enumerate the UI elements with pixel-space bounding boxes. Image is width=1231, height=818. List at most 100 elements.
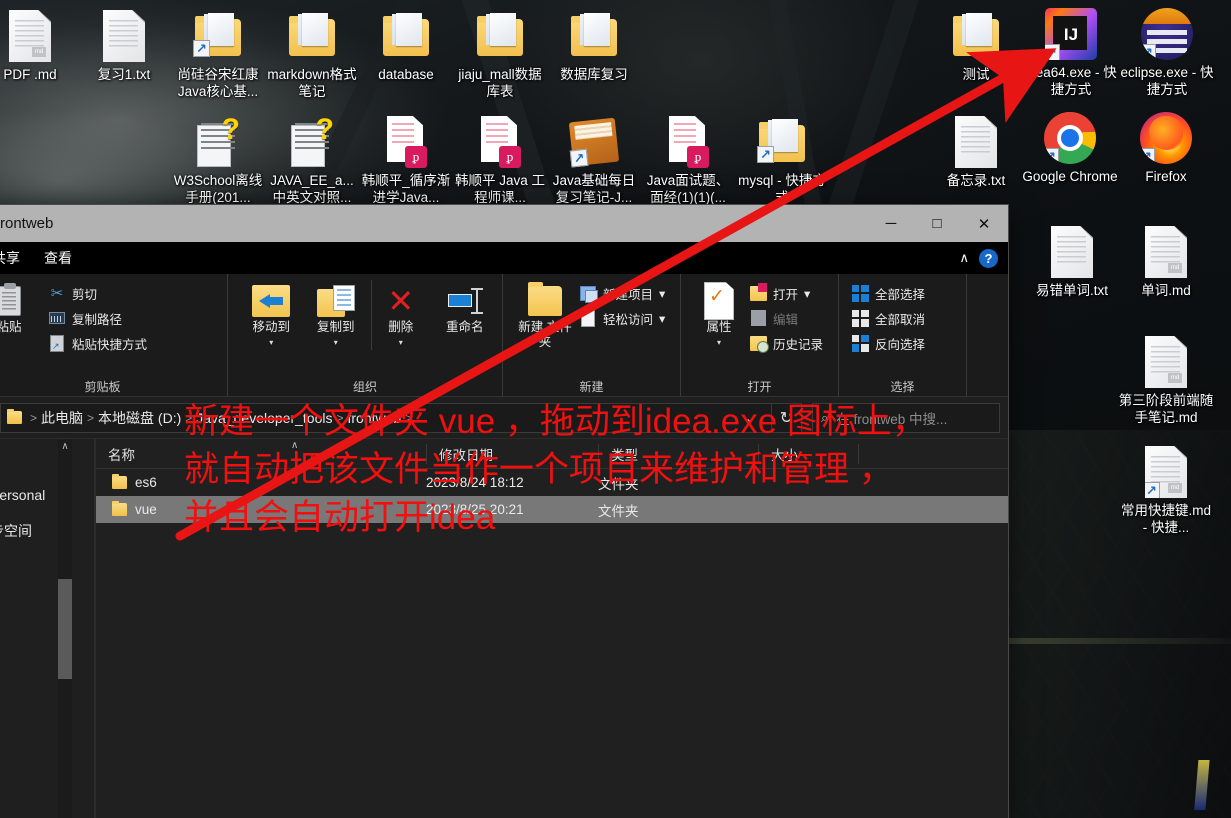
desktop-icon-shangguigu[interactable]: 尚硅谷宋红康Java核心基... bbox=[170, 6, 266, 100]
nav-item-personal[interactable]: Personal bbox=[0, 483, 94, 507]
pdf-file-icon: ᵱ bbox=[452, 112, 548, 172]
desktop-icon-common-shortcuts-md[interactable]: md 常用快捷键.md - 快捷... bbox=[1118, 442, 1214, 536]
desktop-icon-javaee-api[interactable]: ? JAVA_EE_a... 中英文对照... bbox=[264, 112, 360, 206]
shortcut-arrow-icon bbox=[1045, 44, 1060, 60]
desktop-icon-ceshi[interactable]: 测试 bbox=[928, 6, 1024, 83]
desktop-icon-pdf-md[interactable]: md PDF .md bbox=[0, 6, 78, 83]
delete-label: 删除 bbox=[388, 320, 414, 334]
move-to-button[interactable]: 移动到 ▾ bbox=[242, 280, 300, 350]
new-item-button[interactable]: 新建项目 ▾ bbox=[579, 282, 665, 304]
desktop-icon-label: Java面试题、面经(1)(1)(... bbox=[646, 173, 730, 205]
desktop-icon-firefox[interactable]: Firefox bbox=[1118, 108, 1214, 185]
open-icon bbox=[749, 282, 767, 302]
shortcut-arrow-icon bbox=[569, 148, 589, 168]
new-item-caret-icon[interactable]: ▾ bbox=[659, 286, 665, 301]
desktop-icon-third-stage-notes[interactable]: md 第三阶段前端随手笔记.md bbox=[1118, 332, 1214, 426]
close-button[interactable]: ✕ bbox=[960, 205, 1008, 242]
select-all-icon bbox=[851, 284, 869, 302]
breadcrumb-this-pc[interactable]: 此电脑 bbox=[41, 408, 83, 428]
ribbon-group-empty bbox=[967, 274, 1008, 397]
minimize-button[interactable]: ─ bbox=[868, 205, 914, 242]
properties-button[interactable]: 属性 ▾ bbox=[693, 280, 745, 350]
group-label-open: 打开 bbox=[747, 380, 772, 394]
select-all-button[interactable]: 全部选择 bbox=[851, 282, 925, 304]
desktop-icon-w3school[interactable]: ? W3School离线手册(201... bbox=[170, 112, 266, 206]
breadcrumb-frontweb[interactable]: frontweb bbox=[348, 410, 402, 426]
help-icon[interactable]: ? bbox=[979, 248, 998, 268]
delete-button[interactable]: ✕ 删除 ▾ bbox=[370, 280, 430, 350]
paste-button[interactable]: 粘贴 bbox=[0, 280, 38, 335]
edit-button[interactable]: 编辑 bbox=[749, 307, 823, 329]
window-title-bar[interactable]: rontweb ─ □ ✕ bbox=[0, 205, 1008, 242]
column-header-date[interactable]: 修改日期 bbox=[426, 443, 598, 464]
delete-caret-icon[interactable]: ▾ bbox=[372, 335, 430, 350]
folder-icon bbox=[264, 6, 360, 66]
desktop-icon-danci-md[interactable]: md 单词.md bbox=[1118, 222, 1214, 299]
invert-selection-label: 反向选择 bbox=[875, 337, 926, 352]
desktop-icon-fuxi1-txt[interactable]: 复习1.txt bbox=[76, 6, 172, 83]
copy-to-icon bbox=[306, 282, 364, 320]
rename-button[interactable]: 重命名 bbox=[436, 280, 494, 335]
desktop-icon-idea64[interactable]: IJ idea64.exe - 快捷方式 bbox=[1022, 4, 1120, 98]
desktop-icon-beiwanglu-txt[interactable]: 备忘录.txt bbox=[928, 112, 1024, 189]
nav-scrollbar-thumb[interactable] bbox=[58, 579, 72, 679]
open-caret-icon[interactable]: ▾ bbox=[804, 286, 810, 301]
scroll-up-icon[interactable]: ∧ bbox=[58, 441, 72, 452]
column-header-type[interactable]: 类型 bbox=[598, 443, 758, 464]
ribbon-group-new: 新建 文件夹 新建项目 ▾ 轻松访问 ▾ 新建 bbox=[503, 274, 681, 397]
desktop-icon-hanshunping-1[interactable]: ᵱ 韩顺平_循序渐进学Java... bbox=[358, 112, 454, 206]
desktop-icon-markdown-notes[interactable]: markdown格式笔记 bbox=[264, 6, 360, 100]
desktop-icon-label: 复习1.txt bbox=[97, 67, 151, 82]
desktop-icon-java-daily-notes[interactable]: Java基础每日复习笔记-J... bbox=[546, 112, 642, 206]
history-button[interactable]: 历史记录 bbox=[749, 332, 823, 354]
desktop-icon-db-review[interactable]: 数据库复习 bbox=[546, 6, 642, 83]
desktop-icon-hanshunping-2[interactable]: ᵱ 韩顺平 Java 工程师课... bbox=[452, 112, 548, 206]
copy-to-caret-icon[interactable]: ▾ bbox=[306, 335, 364, 350]
desktop-icon-java-interview[interactable]: ᵱ Java面试题、面经(1)(1)(... bbox=[640, 112, 736, 206]
copy-path-button[interactable]: 复制路径 bbox=[48, 307, 147, 329]
nav-item-workspace[interactable]: 步空间 bbox=[0, 517, 94, 545]
breadcrumb-drive-d[interactable]: 本地磁盘 (D:) bbox=[98, 408, 181, 428]
ribbon-group-clipboard: 粘贴 ✂ 剪切 复制路径 粘贴快捷方式 bbox=[0, 274, 228, 397]
table-row[interactable]: es6 2023/8/24 18:12 文件夹 bbox=[96, 469, 1008, 496]
desktop-icon-mysql-shortcut[interactable]: mysql - 快捷方式 bbox=[734, 112, 830, 206]
shortcut-arrow-icon bbox=[193, 40, 210, 57]
refresh-button[interactable]: ↻ bbox=[772, 402, 802, 433]
table-row[interactable]: vue 2023/8/25 20:21 文件夹 bbox=[96, 496, 1008, 523]
explorer-body: Personal 步空间 ∧ 名称 修改日期 类型 大小 ∧ es6 bbox=[0, 439, 1008, 818]
paste-shortcut-button[interactable]: 粘贴快捷方式 bbox=[48, 332, 147, 354]
group-label-select: 选择 bbox=[890, 380, 915, 394]
easy-access-button[interactable]: 轻松访问 ▾ bbox=[579, 307, 665, 329]
new-folder-button[interactable]: 新建 文件夹 bbox=[517, 280, 573, 350]
copy-to-label: 复制到 bbox=[316, 320, 355, 334]
desktop-icon-jiaju-mall[interactable]: jiaju_mall数据库表 bbox=[452, 6, 548, 100]
easy-access-caret-icon[interactable]: ▾ bbox=[659, 311, 665, 326]
invert-selection-button[interactable]: 反向选择 bbox=[851, 332, 925, 354]
desktop-icon-google-chrome[interactable]: Google Chrome bbox=[1022, 108, 1118, 185]
breadcrumb-dropdown-icon[interactable]: ⌄ bbox=[735, 411, 765, 425]
tab-share[interactable]: 共享 bbox=[0, 248, 20, 268]
breadcrumb-java-developer-tools[interactable]: Java_developer_tools bbox=[196, 410, 332, 426]
search-box[interactable]: ⌕ 在 frontweb 中搜... bbox=[812, 402, 1000, 433]
properties-caret-icon[interactable]: ▾ bbox=[693, 335, 745, 350]
desktop-icon-label: W3School离线手册(201... bbox=[173, 173, 263, 205]
delete-icon: ✕ bbox=[387, 283, 415, 319]
move-to-caret-icon[interactable]: ▾ bbox=[242, 335, 300, 350]
open-button[interactable]: 打开 ▾ bbox=[749, 282, 823, 304]
column-header-size[interactable]: 大小 bbox=[758, 443, 858, 464]
breadcrumb[interactable]: > 此电脑 > 本地磁盘 (D:) > Java_developer_tools… bbox=[0, 402, 772, 433]
maximize-button[interactable]: □ bbox=[914, 205, 960, 242]
desktop-icon-eclipse[interactable]: eclipse.exe - 快捷方式 bbox=[1118, 4, 1216, 98]
desktop-icon-yicuo-danci-txt[interactable]: 易错单词.txt bbox=[1024, 222, 1120, 299]
md-file-icon: md bbox=[1118, 222, 1214, 282]
shortcut-arrow-icon bbox=[1141, 44, 1156, 60]
column-header-name[interactable]: 名称 bbox=[96, 444, 426, 464]
desktop-icon-database[interactable]: database bbox=[358, 6, 454, 83]
copy-to-button[interactable]: 复制到 ▾ bbox=[306, 280, 364, 350]
sort-indicator-icon: ∧ bbox=[291, 440, 299, 451]
nav-scrollbar[interactable]: ∧ bbox=[58, 439, 72, 818]
select-none-button[interactable]: 全部取消 bbox=[851, 307, 925, 329]
cut-button[interactable]: ✂ 剪切 bbox=[48, 282, 147, 304]
tab-view[interactable]: 查看 bbox=[44, 248, 72, 268]
collapse-ribbon-icon[interactable]: ∧ bbox=[959, 250, 969, 266]
